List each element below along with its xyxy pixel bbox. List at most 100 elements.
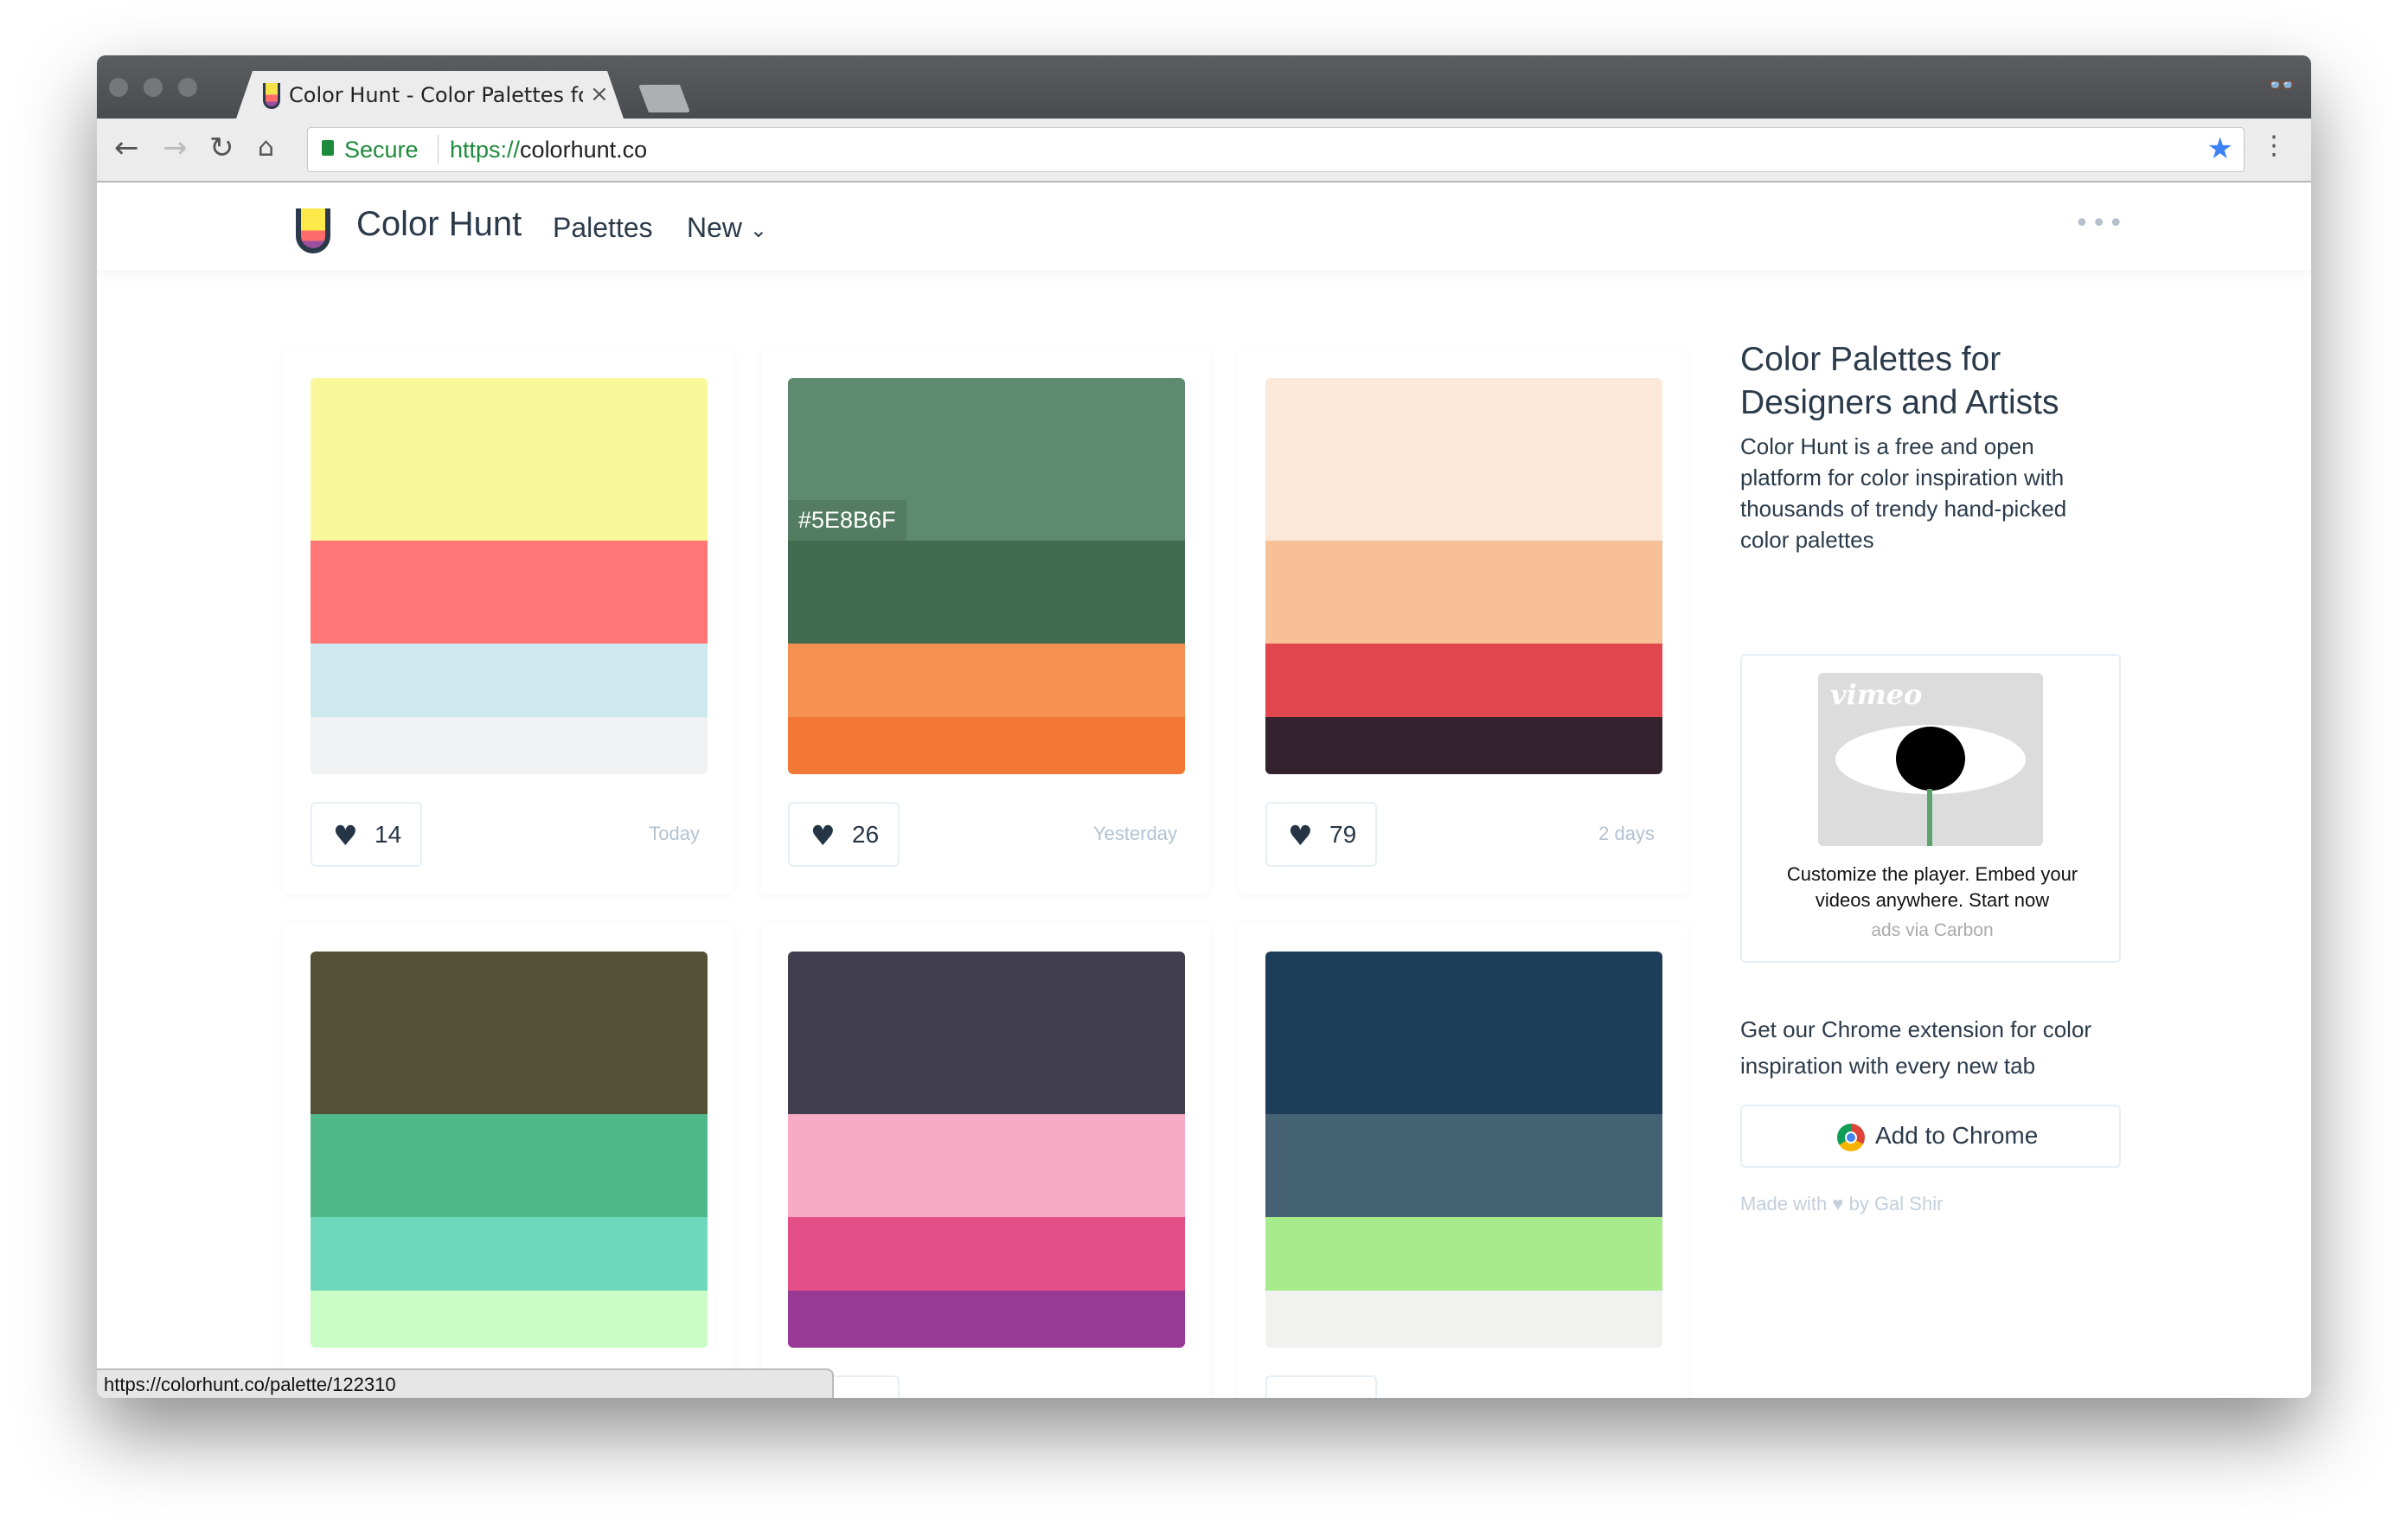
- palette-card[interactable]: ♥ 14 Today: [284, 350, 733, 894]
- like-count: 147: [852, 1394, 893, 1398]
- color-swatch[interactable]: [1265, 644, 1662, 717]
- palette-swatches[interactable]: [788, 952, 1185, 1348]
- palette-date: 5 days: [1598, 1396, 1655, 1398]
- color-swatch[interactable]: [788, 644, 1185, 717]
- color-swatch[interactable]: [788, 717, 1185, 774]
- color-swatch[interactable]: [788, 1217, 1185, 1291]
- heart-icon: ♥: [1288, 819, 1313, 852]
- url-scheme: https://: [450, 137, 521, 163]
- tab-bar: Color Hunt - Color Palettes for Designer…: [97, 55, 2311, 121]
- lock-icon: [322, 140, 334, 156]
- like-count: 26: [852, 821, 880, 848]
- sidebar-description: Color Hunt is a free and open platform f…: [1740, 433, 2067, 553]
- like-count: 198: [1329, 1394, 1370, 1398]
- ad-brand: vimeo: [1830, 678, 1923, 711]
- palette-card[interactable]: #5E8B6F ♥ 26 Yesterday: [761, 350, 1210, 894]
- color-swatch[interactable]: [311, 541, 708, 644]
- palette-date: Yesterday: [1092, 823, 1177, 844]
- add-to-chrome-button[interactable]: Add to Chrome: [1740, 1105, 2121, 1168]
- color-swatch[interactable]: [788, 1291, 1185, 1348]
- home-button[interactable]: ⌂: [258, 132, 274, 163]
- color-swatch[interactable]: [311, 1291, 708, 1348]
- color-swatch[interactable]: [311, 644, 708, 717]
- like-button[interactable]: ♥ 198: [1265, 1375, 1377, 1398]
- color-swatch[interactable]: [1265, 717, 1662, 774]
- chevron-down-icon: ⌄: [749, 219, 768, 242]
- palette-card[interactable]: ♥ 198 5 days: [1239, 924, 1688, 1398]
- bookmark-star-icon[interactable]: ★: [2207, 131, 2233, 166]
- color-swatch[interactable]: [311, 1114, 708, 1217]
- brand-name[interactable]: Color Hunt: [356, 205, 522, 244]
- color-swatch[interactable]: [1265, 1114, 1662, 1217]
- palette-swatches[interactable]: [311, 378, 708, 774]
- more-menu[interactable]: •••: [2074, 208, 2125, 239]
- ad-via[interactable]: ads via Carbon: [1742, 920, 2123, 941]
- logo-icon[interactable]: [296, 208, 330, 253]
- color-hex-label: #5E8B6F: [788, 500, 906, 541]
- ad-image[interactable]: vimeo: [1818, 673, 2043, 846]
- color-swatch[interactable]: [311, 717, 708, 774]
- chrome-icon: [1837, 1124, 1865, 1151]
- palette-date: 2 days: [1598, 823, 1655, 844]
- author-link[interactable]: by Gal Shir: [1849, 1193, 1944, 1214]
- palette-swatches[interactable]: [1265, 952, 1662, 1348]
- palette-card[interactable]: ♥ 79 2 days: [1239, 350, 1688, 894]
- made-with-label: Made with: [1740, 1193, 1828, 1214]
- nav-palettes[interactable]: Palettes: [553, 212, 653, 244]
- color-swatch[interactable]: [788, 1114, 1185, 1217]
- color-swatch[interactable]: [788, 952, 1185, 1114]
- sidebar-title: Color Palettes for Designers and Artists: [1740, 341, 2059, 421]
- minimize-window-button[interactable]: [144, 78, 163, 97]
- palette-date: Today: [649, 823, 700, 844]
- heart-icon: ♥: [333, 819, 358, 852]
- url-text: https://colorhunt.co: [450, 137, 647, 163]
- palette-date: 4 days: [1121, 1396, 1177, 1398]
- nav-new-dropdown[interactable]: New ⌄: [687, 212, 767, 244]
- stem-shape: [1927, 789, 1932, 846]
- color-swatch[interactable]: [311, 952, 708, 1114]
- color-swatch[interactable]: [311, 378, 708, 541]
- palette-swatches[interactable]: [311, 952, 708, 1348]
- color-swatch[interactable]: [1265, 1217, 1662, 1291]
- maximize-window-button[interactable]: [178, 78, 197, 97]
- close-window-button[interactable]: [109, 78, 128, 97]
- browser-window: Color Hunt - Color Palettes for Designer…: [97, 55, 2311, 1398]
- tab-title: Color Hunt - Color Palettes for Designer…: [289, 83, 583, 107]
- like-count: 14: [375, 821, 402, 848]
- page: Color Hunt Palettes New ⌄ ••• ♥ 14 Today #5…: [97, 183, 2311, 1398]
- new-tab-button[interactable]: [638, 85, 690, 112]
- palette-card[interactable]: ♥1474 days: [761, 924, 1210, 1398]
- forward-button[interactable]: →: [163, 131, 188, 165]
- carbon-ad[interactable]: vimeo Customize the player. Embed your v…: [1740, 654, 2121, 963]
- browser-tab[interactable]: Color Hunt - Color Palettes for Designer…: [235, 71, 624, 121]
- color-swatch[interactable]: #5E8B6F: [788, 378, 1185, 541]
- toolbar: ← → ↻ ⌂ Secure https://colorhunt.co ★ ⋮: [97, 119, 2311, 183]
- heart-icon: ♥: [810, 819, 836, 852]
- status-bar: https://colorhunt.co/palette/122310: [97, 1368, 834, 1398]
- heart-icon: ♥: [1288, 1393, 1313, 1398]
- like-button[interactable]: ♥ 14: [311, 802, 422, 867]
- close-tab-icon[interactable]: ×: [590, 81, 609, 107]
- favicon-icon: [263, 83, 280, 109]
- like-button[interactable]: ♥ 79: [1265, 802, 1377, 867]
- palette-swatches[interactable]: [1265, 378, 1662, 774]
- footer-credit: Made with ♥ by Gal Shir: [1740, 1193, 1943, 1215]
- palette-swatches[interactable]: #5E8B6F: [788, 378, 1185, 774]
- like-button[interactable]: ♥ 26: [788, 802, 900, 867]
- color-swatch[interactable]: [1265, 952, 1662, 1114]
- palette-card[interactable]: ♥1213 days: [284, 924, 733, 1398]
- heart-icon: ♥: [1832, 1193, 1844, 1214]
- color-swatch[interactable]: [788, 541, 1185, 644]
- reload-button[interactable]: ↻: [209, 131, 234, 165]
- like-count: 79: [1329, 821, 1357, 848]
- menu-icon[interactable]: ⋮: [2261, 131, 2287, 161]
- ad-text[interactable]: Customize the player. Embed your videos …: [1759, 862, 2105, 913]
- color-swatch[interactable]: [311, 1217, 708, 1291]
- back-button[interactable]: ←: [114, 131, 139, 165]
- color-swatch[interactable]: [1265, 1291, 1662, 1348]
- url-host: colorhunt.co: [520, 137, 648, 163]
- address-bar[interactable]: Secure https://colorhunt.co ★: [307, 127, 2245, 172]
- nav-new-label: New: [687, 212, 743, 243]
- color-swatch[interactable]: [1265, 541, 1662, 644]
- color-swatch[interactable]: [1265, 378, 1662, 541]
